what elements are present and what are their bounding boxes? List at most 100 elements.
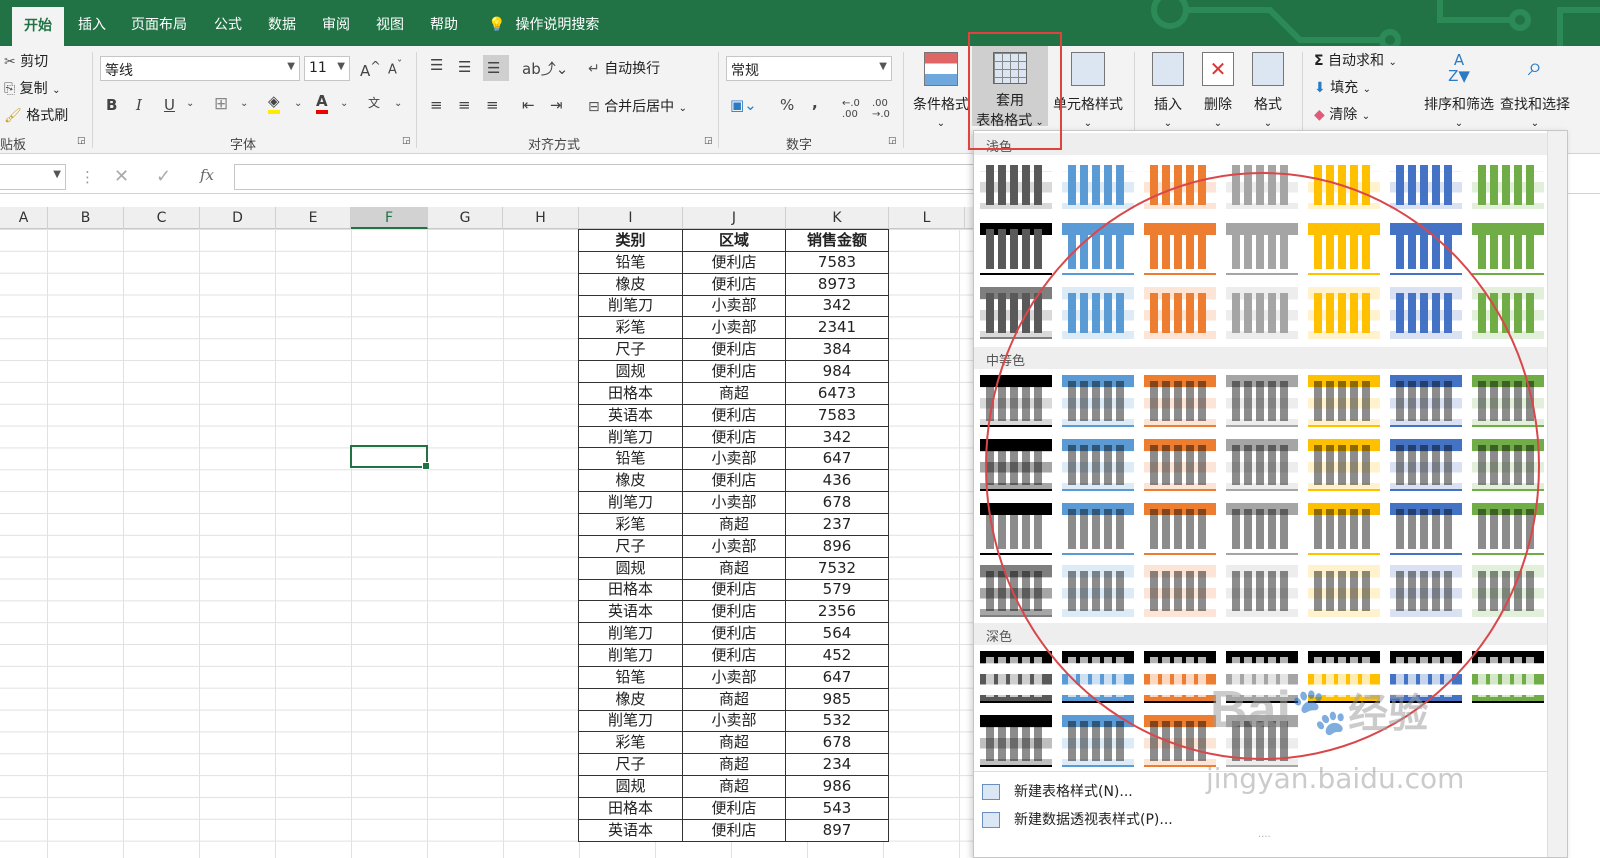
tab-help[interactable]: 帮助 xyxy=(430,14,458,34)
table-cell[interactable]: 986 xyxy=(785,775,889,798)
font-size-select[interactable]: 11 ▼ xyxy=(304,56,350,81)
find-select-button[interactable]: ⌕ 查找和选择 ⌄ xyxy=(1500,52,1570,130)
tell-me-search[interactable]: 💡 操作说明搜索 xyxy=(488,14,599,34)
table-cell[interactable]: 区域 xyxy=(682,229,786,252)
shrink-font-button[interactable]: Aˇ xyxy=(388,58,402,77)
tab-view[interactable]: 视图 xyxy=(376,14,404,34)
table-cell[interactable]: 678 xyxy=(785,731,889,755)
table-cell[interactable]: 便利店 xyxy=(682,250,786,274)
table-cell[interactable]: 便利店 xyxy=(682,578,786,602)
table-cell[interactable]: 小卖部 xyxy=(682,534,786,558)
table-cell[interactable]: 削笔刀 xyxy=(578,622,683,646)
table-cell[interactable]: 橡皮 xyxy=(578,272,683,296)
chevron-down-icon[interactable]: ⌄ xyxy=(186,98,194,109)
table-cell[interactable]: 小卖部 xyxy=(682,491,786,514)
table-cell[interactable]: 英语本 xyxy=(578,403,683,427)
table-cell[interactable]: 尺子 xyxy=(578,534,683,558)
align-left-icon[interactable]: ≡ xyxy=(430,96,443,114)
insert-cells-button[interactable]: 插入 ⌄ xyxy=(1146,52,1190,130)
column-header[interactable]: L xyxy=(889,207,965,229)
autosum-button[interactable]: Σ 自动求和 ⌄ xyxy=(1314,50,1397,70)
table-cell[interactable]: 647 xyxy=(785,665,889,689)
column-header[interactable]: G xyxy=(428,207,503,229)
table-cell[interactable]: 小卖部 xyxy=(682,316,786,340)
column-header[interactable]: K xyxy=(786,207,889,229)
table-cell[interactable]: 削笔刀 xyxy=(578,491,683,514)
table-cell[interactable]: 铅笔 xyxy=(578,250,683,274)
chevron-down-icon[interactable]: ⌄ xyxy=(240,98,248,109)
table-cell[interactable]: 便利店 xyxy=(682,469,786,493)
table-cell[interactable]: 英语本 xyxy=(578,600,683,624)
decrease-indent-icon[interactable]: ⇤ xyxy=(522,96,535,114)
table-cell[interactable]: 削笔刀 xyxy=(578,294,683,318)
increase-decimal-icon[interactable]: ←.0.00 xyxy=(842,98,860,120)
tab-page-layout[interactable]: 页面布局 xyxy=(131,14,187,34)
table-cell[interactable]: 削笔刀 xyxy=(578,709,683,733)
table-cell[interactable]: 英语本 xyxy=(578,818,683,842)
table-cell[interactable]: 类别 xyxy=(578,229,683,252)
table-cell[interactable]: 452 xyxy=(785,644,889,667)
table-cell[interactable]: 647 xyxy=(785,447,889,471)
table-cell[interactable]: 商超 xyxy=(682,687,786,711)
table-cell[interactable]: 田格本 xyxy=(578,578,683,602)
table-cell[interactable]: 商超 xyxy=(682,381,786,405)
table-style-swatch[interactable] xyxy=(980,223,1052,275)
table-style-swatch[interactable] xyxy=(980,715,1052,767)
number-format-select[interactable]: 常规 ▼ xyxy=(726,56,892,81)
table-cell[interactable]: 234 xyxy=(785,753,889,777)
table-cell[interactable]: 圆规 xyxy=(578,360,683,383)
cut-button[interactable]: ✂ 剪切 xyxy=(4,51,48,71)
column-header[interactable]: A xyxy=(0,207,48,229)
table-style-swatch[interactable] xyxy=(1472,159,1544,211)
bold-button[interactable]: B xyxy=(106,96,117,114)
table-cell[interactable]: 7583 xyxy=(785,250,889,274)
table-cell[interactable]: 7532 xyxy=(785,556,889,580)
table-cell[interactable]: 小卖部 xyxy=(682,709,786,733)
merge-center-button[interactable]: ⊟ 合并后居中 ⌄ xyxy=(588,96,687,116)
insert-function-button[interactable]: fx xyxy=(200,166,214,184)
align-top-icon[interactable]: ☰ xyxy=(430,56,443,74)
wrap-text-button[interactable]: ↵ 自动换行 xyxy=(588,58,660,78)
table-cell[interactable]: 田格本 xyxy=(578,796,683,820)
table-cell[interactable]: 便利店 xyxy=(682,622,786,646)
table-cell[interactable]: 铅笔 xyxy=(578,447,683,471)
clipboard-launcher-icon[interactable]: ◲ xyxy=(77,136,86,146)
worksheet-grid[interactable]: 类别 区域 销售金额 铅笔 便利店 7583 橡皮 便利店 8973 削笔刀 小卖部 342 彩笔 小卖部… xyxy=(0,229,980,858)
table-cell[interactable]: 彩笔 xyxy=(578,512,683,536)
table-cell[interactable]: 销售金额 xyxy=(785,229,889,252)
table-cell[interactable]: 小卖部 xyxy=(682,294,786,318)
column-header-selected[interactable]: F xyxy=(351,207,428,229)
fill-color-icon[interactable]: ◈ xyxy=(268,92,280,114)
align-bottom-icon[interactable]: ☰ xyxy=(483,55,509,81)
font-launcher-icon[interactable]: ◲ xyxy=(402,136,411,146)
table-cell[interactable]: 圆规 xyxy=(578,775,683,798)
underline-button[interactable]: U xyxy=(164,96,175,114)
table-cell[interactable]: 铅笔 xyxy=(578,665,683,689)
table-style-swatch[interactable] xyxy=(980,651,1052,703)
table-cell[interactable]: 削笔刀 xyxy=(578,644,683,667)
font-color-button[interactable]: A xyxy=(316,92,328,114)
table-style-swatch[interactable] xyxy=(1062,159,1134,211)
chevron-down-icon[interactable]: ⌄ xyxy=(340,98,348,109)
table-cell[interactable]: 便利店 xyxy=(682,272,786,296)
chevron-down-icon[interactable]: ⌄ xyxy=(294,98,302,109)
decrease-decimal-icon[interactable]: .00 →.0 xyxy=(872,98,890,120)
tab-review[interactable]: 审阅 xyxy=(322,14,350,34)
increase-indent-icon[interactable]: ⇥ xyxy=(550,96,563,114)
conditional-format-button[interactable]: 条件格式 ⌄ xyxy=(912,52,970,130)
column-header[interactable]: C xyxy=(124,207,200,229)
orientation-icon[interactable]: ab⤴⌄ xyxy=(522,58,568,79)
table-cell[interactable]: 尺子 xyxy=(578,338,683,362)
table-cell[interactable]: 商超 xyxy=(682,775,786,798)
table-cell[interactable]: 985 xyxy=(785,687,889,711)
table-cell[interactable]: 商超 xyxy=(682,556,786,580)
cancel-icon[interactable]: ✕ xyxy=(114,166,129,187)
table-cell[interactable]: 便利店 xyxy=(682,796,786,820)
table-style-swatch[interactable] xyxy=(1390,159,1462,211)
number-launcher-icon[interactable]: ◲ xyxy=(888,136,897,146)
table-cell[interactable]: 尺子 xyxy=(578,753,683,777)
table-cell[interactable]: 橡皮 xyxy=(578,469,683,493)
table-cell[interactable]: 543 xyxy=(785,796,889,820)
table-style-swatch[interactable] xyxy=(1062,715,1134,767)
table-cell[interactable]: 便利店 xyxy=(682,425,786,449)
